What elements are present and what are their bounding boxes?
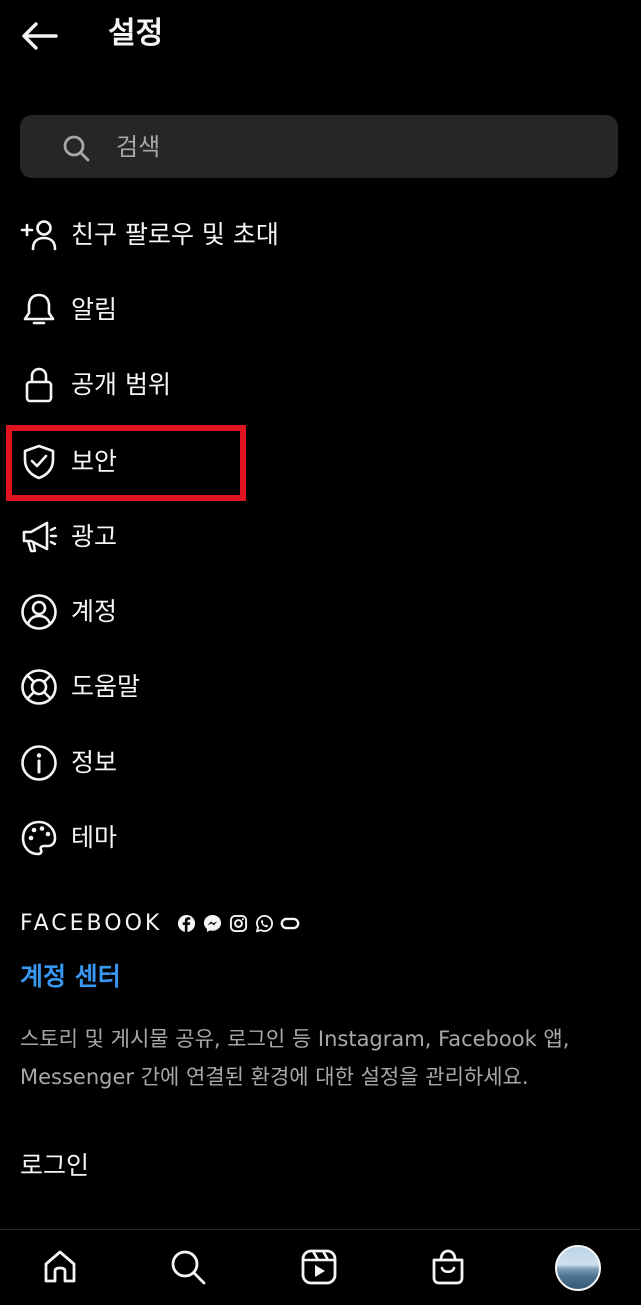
menu-item-ads[interactable]: 광고 [0, 502, 641, 572]
menu-label: 광고 [71, 522, 118, 551]
login-button[interactable]: 로그인 [20, 1148, 89, 1184]
page-title: 설정 [108, 16, 164, 51]
nav-home-button[interactable] [39, 1246, 81, 1288]
palette-icon [18, 817, 60, 859]
menu-item-theme[interactable]: 테마 [0, 803, 641, 873]
menu-item-follow-invite[interactable]: 친구 팔로우 및 초대 [0, 200, 641, 270]
arrow-left-icon [22, 22, 58, 50]
lock-icon [18, 364, 60, 406]
back-button[interactable] [18, 18, 60, 54]
search-icon [63, 135, 90, 162]
shop-icon [432, 1249, 464, 1285]
menu-label: 공개 범위 [71, 370, 171, 399]
facebook-icon [176, 913, 196, 933]
nav-search-button[interactable] [167, 1246, 209, 1288]
menu-label: 친구 팔로우 및 초대 [71, 220, 279, 249]
shield-check-icon [18, 441, 60, 483]
menu-label: 정보 [71, 748, 118, 777]
nav-shop-button[interactable] [427, 1246, 469, 1288]
reels-icon [301, 1249, 337, 1285]
profile-avatar[interactable] [555, 1245, 601, 1291]
messenger-icon [202, 913, 222, 933]
megaphone-icon [18, 516, 60, 558]
meta-app-icons [176, 913, 300, 933]
menu-item-account[interactable]: 계정 [0, 577, 641, 647]
home-icon [44, 1250, 76, 1283]
search-bar[interactable] [20, 115, 618, 178]
menu-label: 테마 [71, 823, 118, 852]
facebook-wordmark: FACEBOOK [20, 910, 163, 936]
accounts-center-link[interactable]: 계정 센터 [20, 959, 121, 995]
header: 설정 [0, 0, 641, 72]
menu-item-notifications[interactable]: 알림 [0, 275, 641, 345]
menu-label: 보안 [71, 447, 118, 476]
add-person-icon [18, 214, 60, 256]
menu-item-about[interactable]: 정보 [0, 728, 641, 798]
search-icon [171, 1250, 206, 1285]
menu-label: 계정 [71, 597, 118, 626]
whatsapp-icon [254, 913, 274, 933]
bell-icon [18, 289, 60, 331]
accounts-center-description: 스토리 및 게시물 공유, 로그인 등 Instagram, Facebook … [20, 1027, 570, 1089]
menu-item-privacy[interactable]: 공개 범위 [0, 350, 641, 420]
user-circle-icon [18, 591, 60, 633]
info-icon [18, 742, 60, 784]
nav-reels-button[interactable] [298, 1246, 340, 1288]
lifebuoy-icon [18, 666, 60, 708]
facebook-brand-row: FACEBOOK [20, 906, 300, 940]
oculus-icon [280, 913, 300, 933]
menu-label: 도움말 [71, 672, 141, 701]
menu-item-help[interactable]: 도움말 [0, 652, 641, 722]
search-input[interactable] [116, 115, 596, 178]
bottom-navigation [0, 1229, 641, 1305]
instagram-icon [228, 913, 248, 933]
menu-label: 알림 [71, 295, 118, 324]
menu-item-security[interactable]: 보안 [0, 427, 641, 497]
